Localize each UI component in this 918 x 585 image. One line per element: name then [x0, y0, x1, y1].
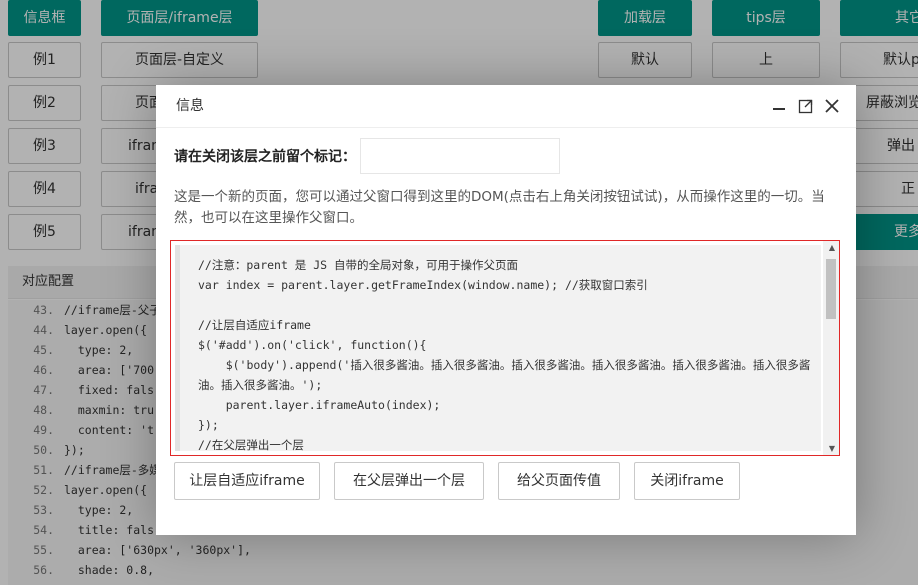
layer-title: 信息: [156, 85, 856, 128]
pass-value-button[interactable]: 给父页面传值: [498, 462, 620, 500]
code-line: var index = parent.layer.getFrameIndex(w…: [198, 278, 648, 292]
code-line: });: [198, 418, 219, 432]
popup-in-parent-button[interactable]: 在父层弹出一个层: [334, 462, 484, 500]
scroll-up-icon[interactable]: ▲: [829, 243, 835, 252]
code-line: //让层自适应iframe: [198, 318, 311, 332]
scroll-down-icon[interactable]: ▼: [829, 444, 835, 453]
mark-input[interactable]: [360, 138, 560, 174]
iframe-layer-dialog: 信息 请在关闭该层之前留个标记： 这是一个新的页面，您可以通过父窗口得到这里的D…: [156, 85, 856, 535]
code-scrollbar[interactable]: ▲ ▼: [823, 241, 839, 455]
code-line: $('#add').on('click', function(){: [198, 338, 427, 352]
code-block: //注意：parent 是 JS 自带的全局对象，可用于操作父页面 var ind…: [170, 240, 840, 456]
code-line: parent.layer.iframeAuto(index);: [198, 398, 441, 412]
layer-description: 这是一个新的页面，您可以通过父窗口得到这里的DOM(点击右上角关闭按钮试试)，从…: [174, 189, 825, 226]
code-content: //注意：parent 是 JS 自带的全局对象，可用于操作父页面 var ind…: [175, 245, 821, 451]
minimize-icon[interactable]: [770, 97, 788, 115]
iframe-auto-button[interactable]: 让层自适应iframe: [174, 462, 320, 500]
code-line: //注意：parent 是 JS 自带的全局对象，可用于操作父页面: [198, 258, 519, 272]
maximize-icon[interactable]: [797, 97, 815, 115]
code-line: //在父层弹出一个层: [198, 438, 304, 451]
close-icon[interactable]: [823, 97, 841, 115]
scrollbar-thumb[interactable]: [826, 259, 836, 319]
mark-label: 请在关闭该层之前留个标记：: [174, 149, 356, 165]
code-line: $('body').append('插入很多酱油。插入很多酱油。插入很多酱油。插…: [198, 358, 811, 392]
mark-row: 请在关闭该层之前留个标记：: [174, 138, 560, 174]
close-iframe-button[interactable]: 关闭iframe: [634, 462, 740, 500]
